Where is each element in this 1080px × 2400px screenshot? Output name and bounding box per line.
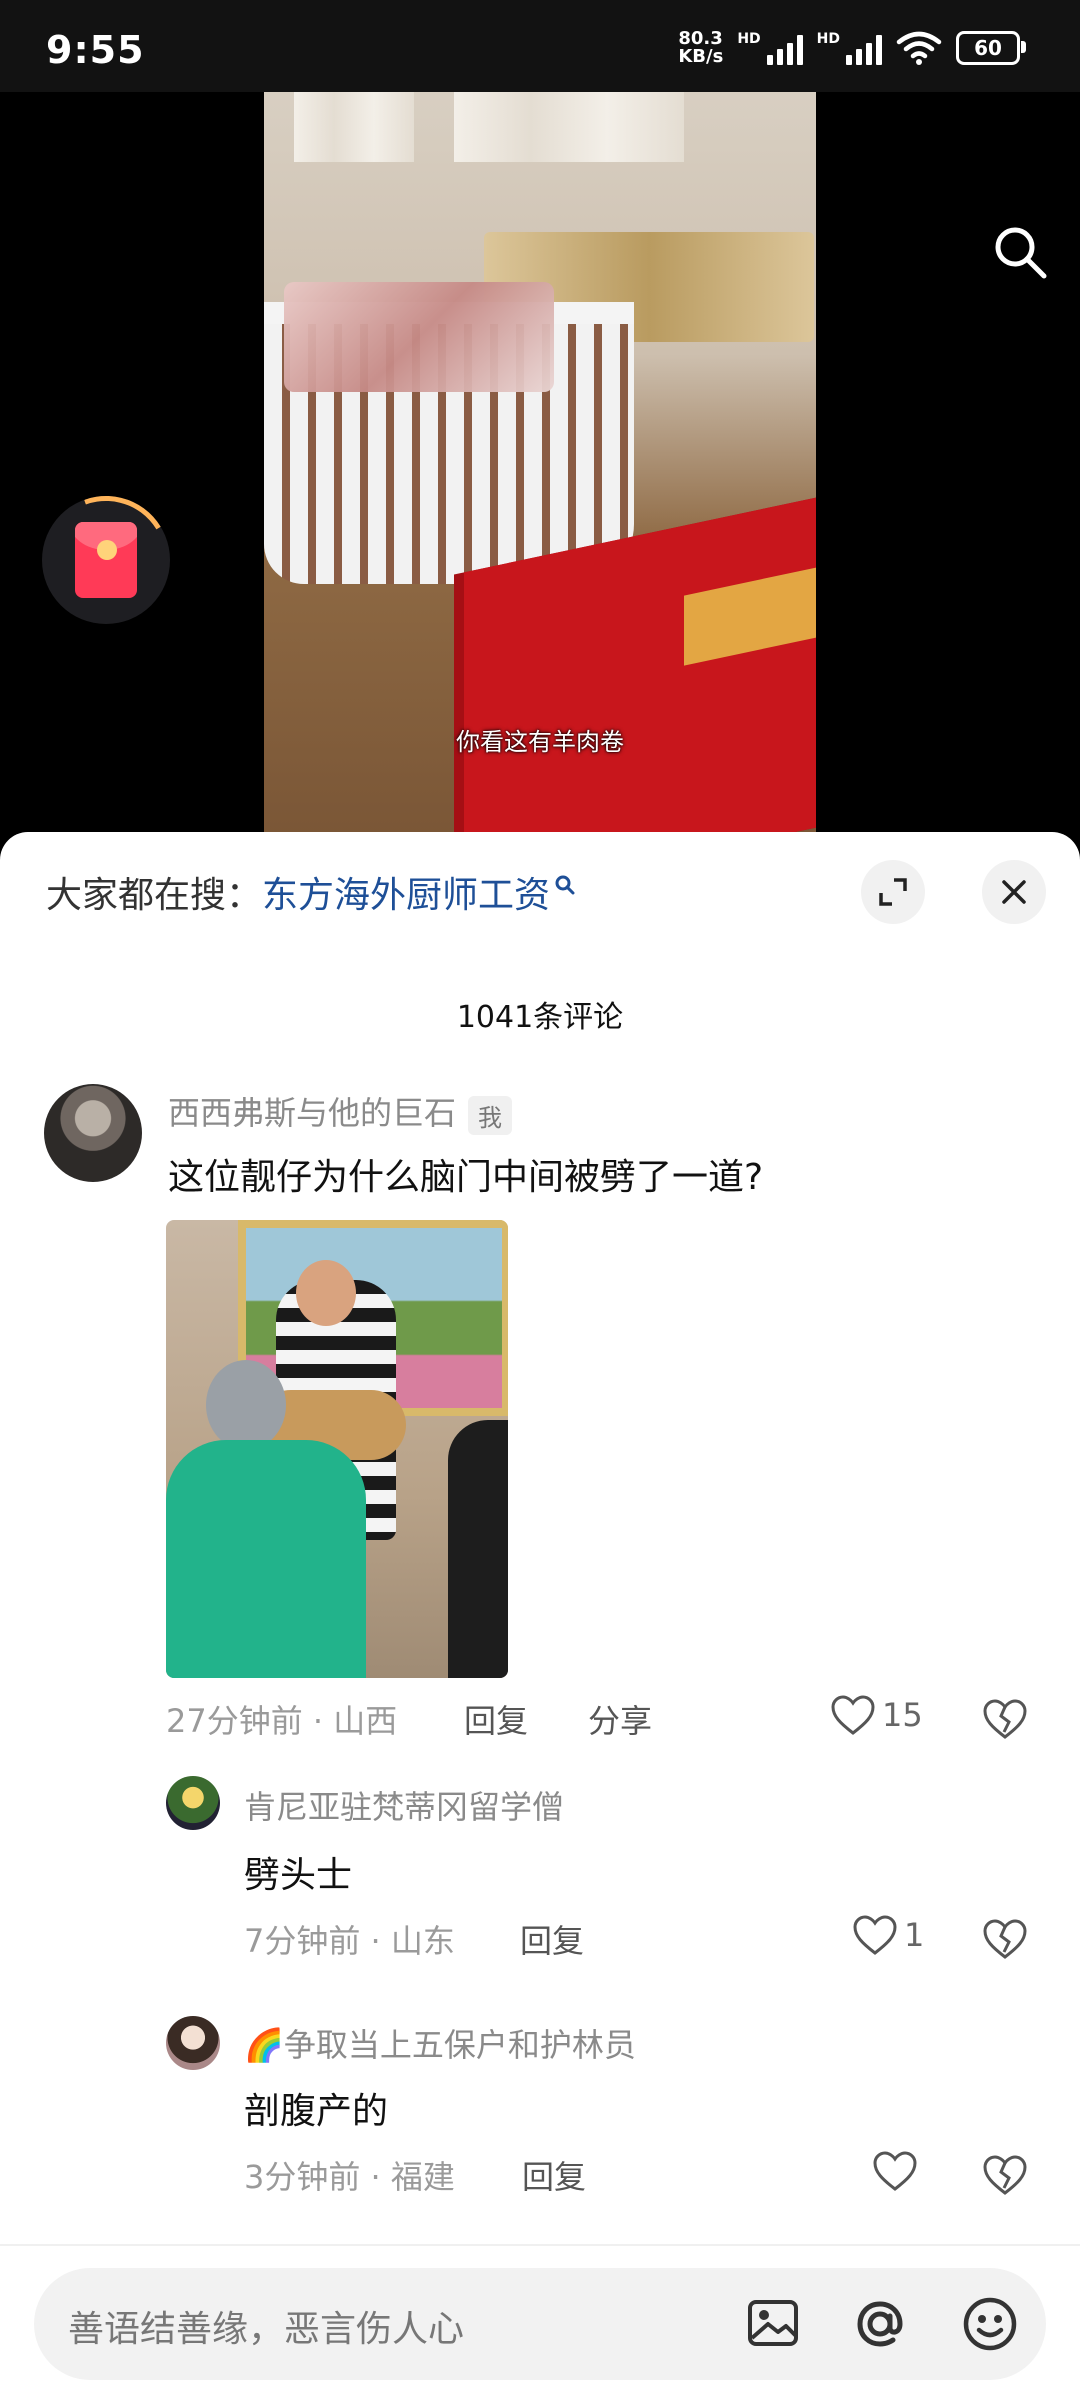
comment-input[interactable]: 善语结善缘，恶言伤人心: [34, 2268, 1046, 2380]
battery-icon: 60: [956, 31, 1026, 65]
comment-username[interactable]: 西西弗斯与他的巨石我: [168, 1088, 513, 1135]
heart-icon: [853, 1915, 897, 1955]
like-count: 15: [882, 1696, 923, 1734]
expand-icon: [879, 878, 907, 906]
comment-input-placeholder[interactable]: 善语结善缘，恶言伤人心: [68, 2300, 464, 2352]
broken-heart-icon[interactable]: [982, 2152, 1028, 2198]
comment-username[interactable]: 🌈争取当上五保户和护林员: [244, 2020, 636, 2066]
avatar[interactable]: [166, 2016, 220, 2070]
avatar[interactable]: [166, 1776, 220, 1830]
video-meat-rolls: [284, 282, 554, 392]
signal-icon-2: HD: [817, 31, 882, 65]
video-curtain: [294, 92, 414, 162]
like-button[interactable]: [872, 2150, 918, 2192]
red-packet-icon: [75, 522, 137, 598]
heart-icon: [873, 2151, 917, 2191]
network-speed: 80.3 KB/s: [678, 28, 724, 67]
reply-button[interactable]: 回复: [464, 1696, 528, 1742]
trending-search[interactable]: 大家都在搜： 东方海外厨师工资: [46, 862, 576, 922]
reply-button[interactable]: 回复: [520, 1916, 584, 1962]
emoji-icon[interactable]: [960, 2294, 1020, 2354]
broken-heart-icon[interactable]: [982, 1916, 1028, 1962]
reply-button[interactable]: 回复: [522, 2152, 586, 2198]
trending-search-label: 大家都在搜：: [46, 875, 263, 916]
close-button[interactable]: [982, 860, 1046, 924]
image-icon[interactable]: [744, 2294, 804, 2354]
comment-meta: 3分钟前 · 福建: [244, 2158, 455, 2196]
divider: [0, 2244, 1080, 2246]
avatar[interactable]: [44, 1084, 142, 1182]
expand-button[interactable]: [861, 860, 925, 924]
at-mention-icon[interactable]: [850, 2294, 910, 2354]
trending-search-term[interactable]: 东方海外厨师工资: [262, 866, 550, 918]
share-button[interactable]: 分享: [588, 1696, 652, 1742]
comment-text[interactable]: 这位靓仔为什么脑门中间被劈了一道?: [168, 1148, 763, 1200]
search-small-icon: [555, 875, 575, 895]
signal-icon: HD: [737, 31, 803, 65]
status-bar: 9:55 80.3 KB/s HD HD 60: [0, 0, 1080, 92]
me-tag: 我: [468, 1095, 513, 1135]
heart-icon: [831, 1695, 875, 1735]
wifi-icon: [896, 31, 942, 65]
comments-sheet: 大家都在搜： 东方海外厨师工资 1041条评论 西西弗斯与他的巨石我 这位靓仔为…: [0, 832, 1080, 2400]
like-button[interactable]: 15: [830, 1694, 923, 1736]
video-player[interactable]: 你看这有羊肉卷: [0, 92, 1080, 842]
like-count: 1: [904, 1916, 925, 1954]
comment-meta: 27分钟前 · 山西: [166, 1702, 398, 1740]
status-icons: 80.3 KB/s HD HD 60: [678, 26, 1026, 70]
red-packet-button[interactable]: [42, 496, 170, 624]
comment-image[interactable]: [166, 1220, 508, 1678]
video-curtain: [454, 92, 684, 162]
comment-text[interactable]: 剖腹产的: [244, 2082, 388, 2134]
broken-heart-icon[interactable]: [982, 1696, 1028, 1742]
close-icon: [1002, 880, 1026, 904]
video-frame[interactable]: 你看这有羊肉卷: [264, 92, 816, 842]
comment-text[interactable]: 劈头士: [244, 1846, 352, 1898]
video-subtitle: 你看这有羊肉卷: [456, 728, 624, 756]
comment-count: 1041条评论: [456, 1000, 624, 1035]
search-icon[interactable]: [990, 222, 1050, 282]
comment-meta: 7分钟前 · 山东: [244, 1922, 455, 1960]
comment-username[interactable]: 肯尼亚驻梵蒂冈留学僧: [244, 1782, 564, 1828]
clock: 9:55: [46, 28, 145, 72]
like-button[interactable]: 1: [852, 1914, 924, 1956]
